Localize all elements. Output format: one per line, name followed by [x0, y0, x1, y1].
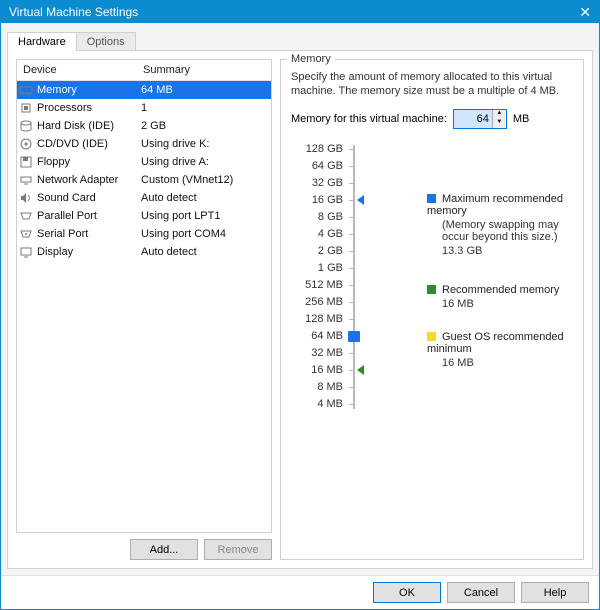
device-name: Sound Card	[35, 192, 135, 204]
floppy-icon	[17, 155, 35, 169]
remove-button: Remove	[204, 539, 272, 560]
cancel-button[interactable]: Cancel	[447, 582, 515, 603]
max-marker-icon	[357, 195, 364, 205]
spin-down-icon[interactable]: ▼	[492, 119, 506, 128]
device-row-network-adapter[interactable]: Network AdapterCustom (VMnet12)	[17, 171, 271, 189]
device-summary: Using port LPT1	[135, 210, 271, 222]
device-name: Parallel Port	[35, 210, 135, 222]
cd-icon	[17, 137, 35, 151]
memory-desc: Specify the amount of memory allocated t…	[291, 70, 573, 99]
legend-title: Maximum recommended memory	[427, 193, 563, 217]
device-name: Display	[35, 246, 135, 258]
close-icon[interactable]: ✕	[579, 4, 591, 21]
device-name: CD/DVD (IDE)	[35, 138, 135, 150]
memory-input[interactable]	[454, 110, 492, 128]
device-row-serial-port[interactable]: Serial PortUsing port COM4	[17, 225, 271, 243]
add-button[interactable]: Add...	[130, 539, 198, 560]
scale-label: 64 GB	[291, 158, 343, 175]
tab-strip: Hardware Options	[7, 29, 593, 51]
hdd-icon	[17, 119, 35, 133]
titlebar: Virtual Machine Settings ✕	[1, 1, 599, 23]
scale-label: 512 MB	[291, 277, 343, 294]
device-list[interactable]: Device Summary Memory64 MBProcessors1Har…	[16, 59, 272, 533]
device-list-header: Device Summary	[17, 60, 271, 81]
tab-hardware[interactable]: Hardware	[7, 32, 77, 51]
scale-label: 4 MB	[291, 396, 343, 413]
slider-thumb[interactable]	[348, 331, 360, 342]
legend-value: 13.3 GB	[427, 245, 569, 257]
parallel-icon	[17, 209, 35, 223]
memory-spinner[interactable]: ▲ ▼	[453, 109, 507, 129]
device-summary: 1	[135, 102, 271, 114]
memory-field-label: Memory for this virtual machine:	[291, 113, 447, 125]
scale-label: 16 MB	[291, 362, 343, 379]
memory-slider[interactable]	[343, 141, 367, 413]
memory-icon	[17, 83, 35, 97]
device-name: Memory	[35, 84, 135, 96]
help-button[interactable]: Help	[521, 582, 589, 603]
sound-icon	[17, 191, 35, 205]
legend-guest: Guest OS recommended minimum 16 MB	[427, 331, 569, 369]
legend-rec: Recommended memory 16 MB	[427, 284, 569, 310]
scale-label: 32 GB	[291, 175, 343, 192]
legend-max: Maximum recommended memory(Memory swappi…	[427, 193, 569, 257]
blue-square-icon	[427, 194, 436, 203]
rec-marker-icon	[357, 365, 364, 375]
device-summary: Using drive A:	[135, 156, 271, 168]
legend-note: (Memory swapping may occur beyond this s…	[427, 219, 569, 243]
scale-label: 8 GB	[291, 209, 343, 226]
ok-button[interactable]: OK	[373, 582, 441, 603]
memory-group-legend: Memory	[287, 53, 335, 65]
device-name: Floppy	[35, 156, 135, 168]
device-summary: Using port COM4	[135, 228, 271, 240]
device-row-cd-dvd-ide-[interactable]: CD/DVD (IDE)Using drive K:	[17, 135, 271, 153]
display-icon	[17, 245, 35, 259]
device-summary: Using drive K:	[135, 138, 271, 150]
device-row-processors[interactable]: Processors1	[17, 99, 271, 117]
device-summary: Auto detect	[135, 246, 271, 258]
col-device[interactable]: Device	[17, 60, 137, 80]
device-summary: Auto detect	[135, 192, 271, 204]
tab-options[interactable]: Options	[76, 32, 136, 51]
scale-label: 2 GB	[291, 243, 343, 260]
scale-label: 128 GB	[291, 141, 343, 158]
scale-label: 16 GB	[291, 192, 343, 209]
device-summary: Custom (VMnet12)	[135, 174, 271, 186]
device-row-parallel-port[interactable]: Parallel PortUsing port LPT1	[17, 207, 271, 225]
legend-title: Guest OS recommended minimum	[427, 331, 564, 355]
scale-label: 32 MB	[291, 345, 343, 362]
memory-unit: MB	[513, 113, 530, 125]
device-row-floppy[interactable]: FloppyUsing drive A:	[17, 153, 271, 171]
device-row-memory[interactable]: Memory64 MB	[17, 81, 271, 99]
cpu-icon	[17, 101, 35, 115]
serial-icon	[17, 227, 35, 241]
device-summary: 64 MB	[135, 84, 271, 96]
scale-label: 4 GB	[291, 226, 343, 243]
device-name: Network Adapter	[35, 174, 135, 186]
scale-label: 64 MB	[291, 328, 343, 345]
scale-label: 256 MB	[291, 294, 343, 311]
legend-title: Recommended memory	[442, 284, 559, 296]
scale-label: 1 GB	[291, 260, 343, 277]
scale-label: 128 MB	[291, 311, 343, 328]
device-row-display[interactable]: DisplayAuto detect	[17, 243, 271, 261]
device-name: Serial Port	[35, 228, 135, 240]
col-summary[interactable]: Summary	[137, 60, 271, 80]
device-summary: 2 GB	[135, 120, 271, 132]
yellow-square-icon	[427, 332, 436, 341]
device-row-sound-card[interactable]: Sound CardAuto detect	[17, 189, 271, 207]
scale-label: 8 MB	[291, 379, 343, 396]
legend-value: 16 MB	[427, 357, 569, 369]
green-square-icon	[427, 285, 436, 294]
device-name: Processors	[35, 102, 135, 114]
legend-value: 16 MB	[427, 298, 569, 310]
window-title: Virtual Machine Settings	[9, 5, 138, 19]
network-icon	[17, 173, 35, 187]
device-name: Hard Disk (IDE)	[35, 120, 135, 132]
spin-up-icon[interactable]: ▲	[492, 110, 506, 119]
device-row-hard-disk-ide-[interactable]: Hard Disk (IDE)2 GB	[17, 117, 271, 135]
memory-group: Memory Specify the amount of memory allo…	[280, 59, 584, 560]
